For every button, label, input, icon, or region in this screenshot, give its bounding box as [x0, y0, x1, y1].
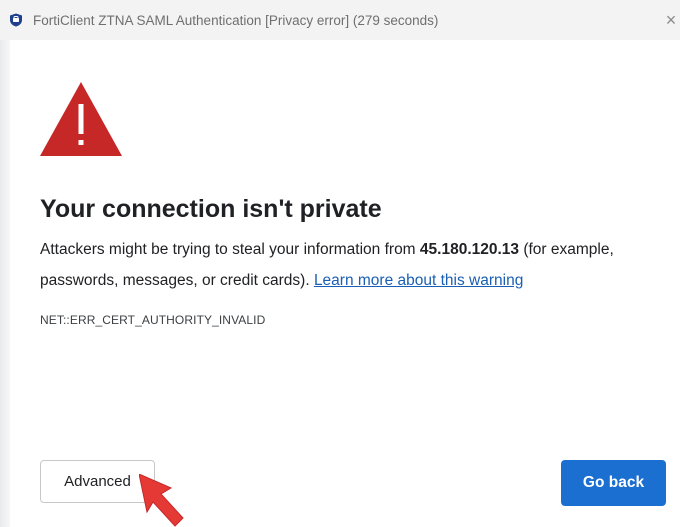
error-code: NET::ERR_CERT_AUTHORITY_INVALID	[40, 313, 266, 327]
window-edge	[0, 40, 10, 527]
learn-more-link[interactable]: Learn more about this warning	[314, 272, 523, 289]
page-title: Your connection isn't private	[40, 195, 382, 223]
title-bar: FortiClient ZTNA SAML Authentication [Pr…	[0, 0, 680, 40]
go-back-button[interactable]: Go back	[561, 460, 666, 506]
host-address: 45.180.120.13	[419, 241, 520, 258]
browser-window: FortiClient ZTNA SAML Authentication [Pr…	[0, 0, 680, 527]
red-pointer-arrow-icon	[138, 473, 187, 527]
warning-triangle-icon	[40, 82, 122, 156]
close-icon[interactable]: ×	[662, 9, 680, 31]
description-text: Attackers might be trying to steal your …	[40, 241, 420, 258]
window-title: FortiClient ZTNA SAML Authentication [Pr…	[33, 13, 439, 28]
forticlient-shield-icon	[9, 13, 23, 27]
advanced-button[interactable]: Advanced	[40, 460, 155, 503]
warning-description: Attackers might be trying to steal your …	[40, 234, 640, 296]
